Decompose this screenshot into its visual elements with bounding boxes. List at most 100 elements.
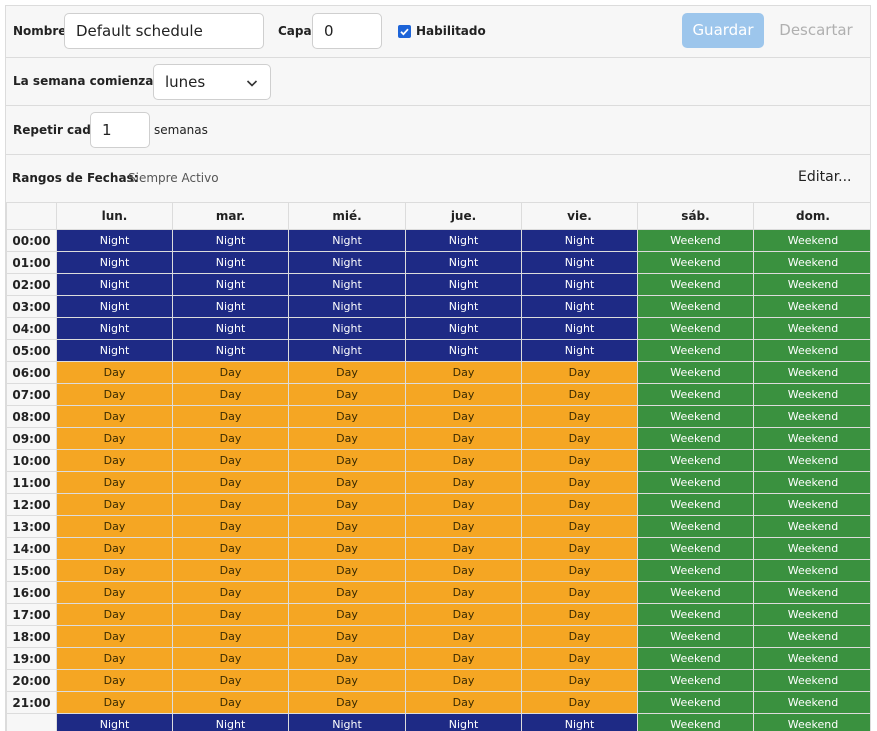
- schedule-cell[interactable]: Day: [521, 383, 638, 406]
- schedule-cell[interactable]: Night: [405, 295, 522, 318]
- schedule-cell[interactable]: Weekend: [753, 427, 870, 450]
- schedule-cell[interactable]: Day: [56, 691, 173, 714]
- schedule-cell[interactable]: Day: [288, 361, 406, 384]
- schedule-cell[interactable]: Night: [56, 273, 173, 296]
- schedule-cell[interactable]: Weekend: [753, 273, 870, 296]
- schedule-cell[interactable]: Day: [56, 603, 173, 626]
- schedule-cell[interactable]: Weekend: [753, 405, 870, 428]
- schedule-cell[interactable]: Day: [288, 647, 406, 670]
- schedule-cell[interactable]: Weekend: [637, 625, 754, 648]
- schedule-cell[interactable]: Night: [521, 713, 638, 731]
- week-start-select[interactable]: lunes: [153, 64, 271, 100]
- schedule-cell[interactable]: Day: [521, 647, 638, 670]
- schedule-cell[interactable]: Weekend: [637, 251, 754, 274]
- schedule-cell[interactable]: Day: [405, 515, 522, 538]
- schedule-cell[interactable]: Day: [521, 537, 638, 560]
- save-button[interactable]: Guardar: [682, 13, 764, 48]
- schedule-cell[interactable]: Day: [172, 493, 289, 516]
- schedule-cell[interactable]: Weekend: [753, 339, 870, 362]
- schedule-cell[interactable]: Day: [172, 427, 289, 450]
- schedule-cell[interactable]: Day: [288, 581, 406, 604]
- schedule-cell[interactable]: Day: [521, 691, 638, 714]
- schedule-cell[interactable]: Weekend: [637, 273, 754, 296]
- schedule-cell[interactable]: Day: [288, 405, 406, 428]
- schedule-cell[interactable]: Day: [288, 471, 406, 494]
- schedule-cell[interactable]: Night: [288, 251, 406, 274]
- schedule-cell[interactable]: Day: [56, 405, 173, 428]
- schedule-cell[interactable]: Day: [288, 493, 406, 516]
- schedule-cell[interactable]: Day: [172, 581, 289, 604]
- schedule-cell[interactable]: Night: [405, 317, 522, 340]
- schedule-cell[interactable]: Night: [56, 295, 173, 318]
- schedule-cell[interactable]: Day: [56, 581, 173, 604]
- schedule-cell[interactable]: Weekend: [637, 713, 754, 731]
- repeat-input[interactable]: 1: [90, 112, 150, 148]
- schedule-cell[interactable]: Day: [521, 559, 638, 582]
- schedule-cell[interactable]: Day: [288, 449, 406, 472]
- schedule-cell[interactable]: Day: [288, 625, 406, 648]
- schedule-cell[interactable]: Weekend: [753, 713, 870, 731]
- schedule-cell[interactable]: Weekend: [637, 669, 754, 692]
- schedule-cell[interactable]: Weekend: [753, 471, 870, 494]
- schedule-cell[interactable]: Day: [405, 603, 522, 626]
- schedule-cell[interactable]: Night: [56, 317, 173, 340]
- schedule-cell[interactable]: Weekend: [753, 251, 870, 274]
- schedule-cell[interactable]: Day: [172, 405, 289, 428]
- schedule-cell[interactable]: Night: [172, 229, 289, 252]
- schedule-cell[interactable]: Day: [405, 647, 522, 670]
- schedule-cell[interactable]: Night: [56, 251, 173, 274]
- schedule-cell[interactable]: Weekend: [637, 691, 754, 714]
- schedule-cell[interactable]: Weekend: [637, 295, 754, 318]
- schedule-cell[interactable]: Weekend: [637, 427, 754, 450]
- schedule-cell[interactable]: Day: [405, 691, 522, 714]
- schedule-cell[interactable]: Weekend: [753, 515, 870, 538]
- schedule-cell[interactable]: Day: [405, 581, 522, 604]
- schedule-cell[interactable]: Day: [172, 603, 289, 626]
- schedule-cell[interactable]: Night: [405, 273, 522, 296]
- schedule-cell[interactable]: Weekend: [753, 361, 870, 384]
- schedule-cell[interactable]: Day: [521, 427, 638, 450]
- schedule-cell[interactable]: Night: [56, 713, 173, 731]
- schedule-cell[interactable]: Weekend: [637, 537, 754, 560]
- schedule-cell[interactable]: Day: [172, 383, 289, 406]
- schedule-cell[interactable]: Weekend: [753, 537, 870, 560]
- schedule-cell[interactable]: Day: [405, 559, 522, 582]
- schedule-cell[interactable]: Weekend: [753, 295, 870, 318]
- schedule-cell[interactable]: Night: [521, 295, 638, 318]
- schedule-cell[interactable]: Night: [405, 339, 522, 362]
- schedule-cell[interactable]: Weekend: [753, 625, 870, 648]
- schedule-cell[interactable]: Weekend: [637, 647, 754, 670]
- schedule-cell[interactable]: Day: [405, 537, 522, 560]
- schedule-cell[interactable]: Weekend: [637, 405, 754, 428]
- schedule-cell[interactable]: Day: [172, 449, 289, 472]
- schedule-cell[interactable]: Day: [56, 361, 173, 384]
- schedule-cell[interactable]: Night: [288, 295, 406, 318]
- schedule-cell[interactable]: Day: [521, 361, 638, 384]
- schedule-cell[interactable]: Night: [288, 317, 406, 340]
- schedule-cell[interactable]: Weekend: [753, 581, 870, 604]
- schedule-cell[interactable]: Weekend: [753, 493, 870, 516]
- schedule-cell[interactable]: Day: [405, 669, 522, 692]
- schedule-cell[interactable]: Day: [405, 427, 522, 450]
- schedule-cell[interactable]: Day: [521, 493, 638, 516]
- schedule-cell[interactable]: Night: [521, 229, 638, 252]
- schedule-cell[interactable]: Weekend: [753, 691, 870, 714]
- schedule-cell[interactable]: Day: [405, 383, 522, 406]
- schedule-cell[interactable]: Night: [521, 273, 638, 296]
- schedule-cell[interactable]: Night: [172, 339, 289, 362]
- layer-input[interactable]: 0: [312, 13, 382, 49]
- schedule-cell[interactable]: Day: [172, 361, 289, 384]
- schedule-cell[interactable]: Night: [288, 229, 406, 252]
- schedule-cell[interactable]: Day: [172, 625, 289, 648]
- discard-button[interactable]: Descartar: [768, 13, 864, 48]
- schedule-cell[interactable]: Day: [521, 515, 638, 538]
- schedule-cell[interactable]: Night: [521, 251, 638, 274]
- schedule-cell[interactable]: Weekend: [637, 317, 754, 340]
- schedule-cell[interactable]: Night: [521, 317, 638, 340]
- schedule-cell[interactable]: Weekend: [753, 647, 870, 670]
- schedule-cell[interactable]: Day: [56, 669, 173, 692]
- schedule-cell[interactable]: Weekend: [753, 603, 870, 626]
- schedule-cell[interactable]: Night: [288, 339, 406, 362]
- schedule-cell[interactable]: Day: [521, 471, 638, 494]
- schedule-cell[interactable]: Day: [288, 669, 406, 692]
